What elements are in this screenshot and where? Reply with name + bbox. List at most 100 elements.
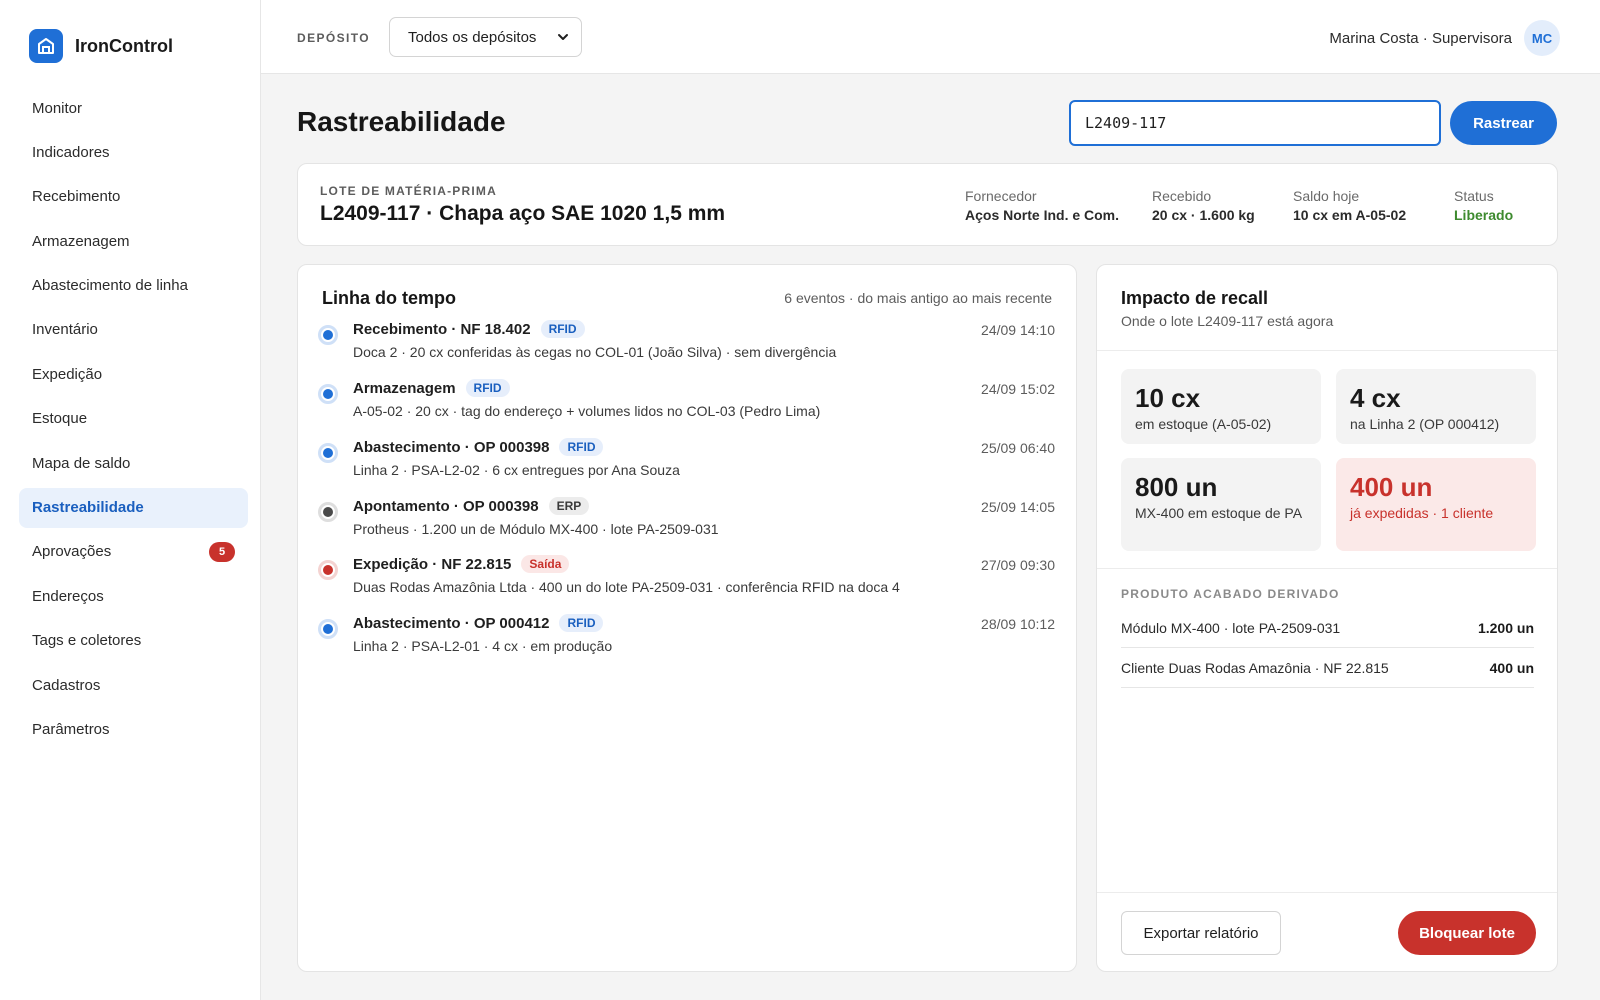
event-dot-icon [318,325,338,345]
topbar: DEPÓSITO Todos os depósitos Marina Costa… [261,0,1600,74]
timeline-event[interactable]: Abastecimento · OP 000398 RFID 25/09 06:… [318,438,1055,496]
sidebar-item-label: Indicadores [32,143,110,161]
status-badge: Liberado [1454,207,1514,223]
track-button[interactable]: Rastrear [1450,101,1557,145]
meta-key: Saldo hoje [1293,188,1360,204]
recall-impact-panel: Impacto de recall Onde o lote L2409-117 … [1096,264,1558,972]
meta-key: Status [1454,188,1494,204]
sidebar-item-indicadores[interactable]: Indicadores [19,132,248,172]
sidebar-item-tags-e-coletores[interactable]: Tags e coletores [19,621,248,661]
brand[interactable]: IronControl [29,29,173,63]
event-tag: ERP [548,497,590,515]
sidebar-item-monitor[interactable]: Monitor [19,88,248,128]
lot-title: L2409-117 · Chapa aço SAE 1020 1,5 mm [320,202,726,225]
deposit-select-value: Todos os depósitos [408,28,537,46]
export-report-button[interactable]: Exportar relatório [1121,911,1281,955]
derived-product-name: Cliente Duas Rodas Amazônia · NF 22.815 [1121,659,1389,676]
timeline-panel: Linha do tempo 6 eventos · do mais antig… [297,264,1077,972]
sidebar-item-label: Aprovações [32,543,112,561]
timeline-summary: 6 eventos · do mais antigo ao mais recen… [784,290,1052,306]
event-dot-icon [318,560,338,580]
meta-value: 10 cx em A-05-02 [1293,207,1407,223]
sidebar: IronControl Monitor Indicadores Recebime… [0,0,261,1000]
sidebar-item-enderecos[interactable]: Endereços [19,576,248,616]
lot-type-label: LOTE DE MATÉRIA-PRIMA [320,184,497,198]
event-time: 28/09 10:12 [981,616,1055,632]
event-time: 27/09 09:30 [981,557,1055,573]
lot-search-input[interactable] [1069,100,1441,146]
timeline-title: Linha do tempo [322,288,456,308]
derived-product-qty: 1.200 un [1477,619,1534,636]
sidebar-item-label: Armazenagem [32,232,130,250]
sidebar-item-label: Expedição [32,365,103,383]
event-header: Abastecimento · OP 000398 RFID [353,438,604,456]
stat-value: 4 cx [1350,383,1401,413]
meta-key: Recebido [1152,188,1212,204]
timeline-event[interactable]: Armazenagem RFID 24/09 15:02 A-05-02 · 2… [318,379,1055,437]
deposit-select[interactable]: Todos os depósitos [389,17,582,57]
sidebar-item-recebimento[interactable]: Recebimento [19,177,248,217]
stat-value: 400 un [1350,472,1433,502]
stat-label: na Linha 2 (OP 000412) [1350,416,1500,432]
stat-card-shipped: 400 un já expedidas · 1 cliente [1336,458,1536,551]
stat-card-line: 4 cx na Linha 2 (OP 000412) [1336,369,1536,444]
event-title: Abastecimento · OP 000412 [353,614,550,632]
sidebar-item-label: Estoque [32,410,88,428]
derived-products-label: PRODUTO ACABADO DERIVADO [1121,587,1340,601]
event-description: Linha 2 · PSA-L2-01 · 4 cx · em produção [353,638,613,654]
event-tag: RFID [559,438,604,456]
app: IronControl Monitor Indicadores Recebime… [0,0,1600,1000]
lot-meta-balance: Saldo hoje 10 cx em A-05-02 [1293,188,1406,223]
sidebar-item-parametros[interactable]: Parâmetros [19,709,248,749]
sidebar-item-estoque[interactable]: Estoque [19,399,248,439]
sidebar-item-rastreabilidade[interactable]: Rastreabilidade [19,487,248,528]
divider [1097,568,1557,569]
avatar[interactable]: MC [1524,20,1560,56]
derived-product-name: Módulo MX-400 · lote PA-2509-031 [1121,619,1341,636]
timeline-event[interactable]: Recebimento · NF 18.402 RFID 24/09 14:10… [318,320,1055,378]
sidebar-item-cadastros[interactable]: Cadastros [19,665,248,705]
stat-value: 800 un [1135,472,1218,502]
event-dot-icon [318,619,338,639]
sidebar-item-mapa-de-saldo[interactable]: Mapa de saldo [19,443,248,483]
sidebar-item-aprovacoes[interactable]: Aprovações 5 [19,532,248,572]
event-title: Recebimento · NF 18.402 [353,320,531,338]
page-title: Rastreabilidade [297,106,506,137]
event-dot-icon [318,384,338,404]
event-description: Protheus · 1.200 un de Módulo MX-400 · l… [353,521,719,537]
lot-meta-supplier: Fornecedor Aços Norte Ind. e Com. [965,188,1119,223]
event-header: Apontamento · OP 000398 ERP [353,497,590,515]
event-title: Apontamento · OP 000398 [353,497,539,515]
brand-name: IronControl [75,35,173,56]
event-dot-icon [318,502,338,522]
stat-card-stock: 10 cx em estoque (A-05-02) [1121,369,1321,444]
stat-label: em estoque (A-05-02) [1135,416,1272,432]
event-tag: RFID [465,379,510,397]
block-lot-button[interactable]: Bloquear lote [1398,911,1536,955]
lot-summary-card: LOTE DE MATÉRIA-PRIMA L2409-117 · Chapa … [297,163,1558,246]
sidebar-item-label: Parâmetros [32,720,110,738]
sidebar-item-inventario[interactable]: Inventário [19,310,248,350]
stat-label: já expedidas · 1 cliente [1350,505,1494,521]
stat-value: 10 cx [1135,383,1201,413]
timeline-event[interactable]: Expedição · NF 22.815 Saída 27/09 09:30 … [318,555,1055,613]
user-menu[interactable]: Marina Costa · Supervisora MC [1329,20,1560,56]
event-title: Armazenagem [353,379,456,397]
recall-title: Impacto de recall [1121,288,1269,308]
timeline-event[interactable]: Abastecimento · OP 000412 RFID 28/09 10:… [318,614,1055,672]
event-header: Abastecimento · OP 000412 RFID [353,614,604,632]
timeline-event[interactable]: Apontamento · OP 000398 ERP 25/09 14:05 … [318,497,1055,555]
notification-badge: 5 [209,541,235,562]
event-title: Expedição · NF 22.815 [353,555,512,573]
sidebar-item-abastecimento[interactable]: Abastecimento de linha [19,266,248,306]
sidebar-item-expedicao[interactable]: Expedição [19,354,248,394]
event-title: Abastecimento · OP 000398 [353,438,550,456]
event-time: 24/09 15:02 [981,381,1055,397]
divider [1097,350,1557,351]
sidebar-item-label: Rastreabilidade [32,499,144,517]
event-time: 24/09 14:10 [981,322,1055,338]
sidebar-item-label: Endereços [32,587,104,605]
sidebar-item-armazenagem[interactable]: Armazenagem [19,221,248,261]
sidebar-nav: Monitor Indicadores Recebimento Armazena… [19,88,248,754]
event-tag: RFID [540,320,585,338]
